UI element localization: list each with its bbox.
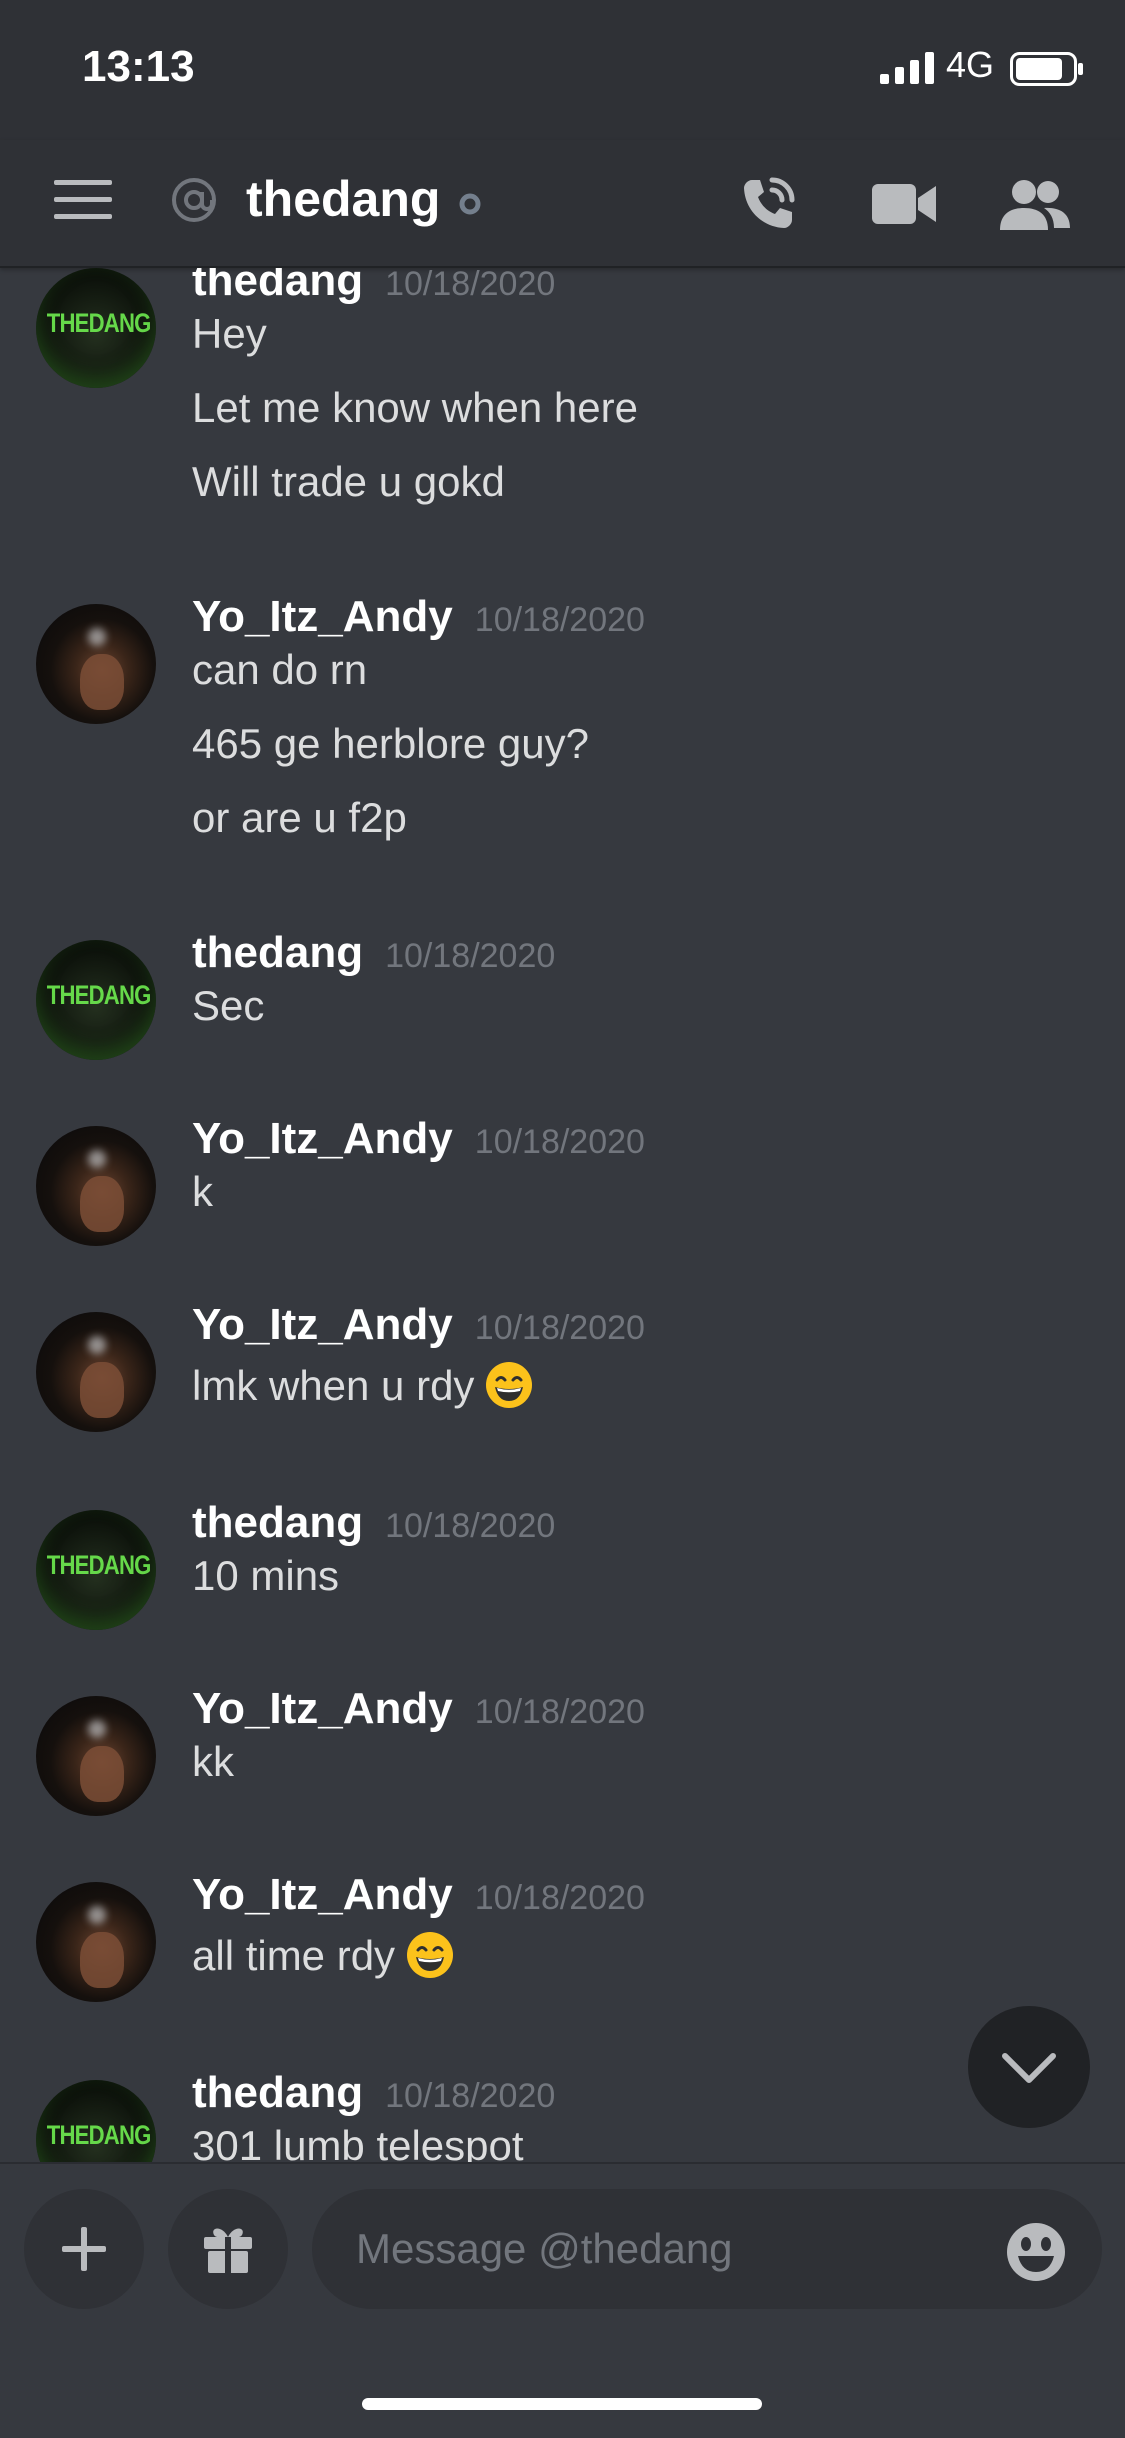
message-list[interactable]: THEDANG thedang 10/18/2020 Hey Let me kno… — [0, 268, 1125, 2162]
message-text: kk — [192, 1738, 234, 1785]
grinning-face-emoji — [407, 1931, 454, 1978]
message-author[interactable]: Yo_Itz_Andy 10/18/2020 — [192, 1300, 645, 1350]
message-author[interactable]: Yo_Itz_Andy 10/18/2020 — [192, 1114, 645, 1164]
message-author[interactable]: Yo_Itz_Andy 10/18/2020 — [192, 1870, 645, 1920]
message-text-content: lmk when u rdy — [192, 1362, 475, 1409]
home-indicator[interactable] — [362, 2398, 762, 2410]
status-time: 13:13 — [82, 42, 195, 91]
message-text: Hey — [192, 310, 267, 357]
avatar[interactable] — [36, 1312, 156, 1432]
add-attachment-button[interactable] — [24, 2189, 144, 2309]
avatar[interactable]: THEDANG — [36, 268, 156, 388]
members-icon[interactable] — [998, 178, 1070, 232]
grinning-face-emoji — [486, 1361, 533, 1408]
message-timestamp: 10/18/2020 — [474, 1309, 645, 1347]
avatar[interactable]: THEDANG — [36, 1510, 156, 1630]
author-name[interactable]: thedang — [192, 268, 363, 305]
author-name[interactable]: thedang — [192, 1498, 363, 1547]
avatar-text: THEDANG — [46, 308, 152, 338]
avatar[interactable] — [36, 1882, 156, 2002]
message-text: lmk when u rdy — [192, 1361, 534, 1414]
message-timestamp: 10/18/2020 — [385, 937, 556, 975]
message-author[interactable]: thedang 10/18/2020 — [192, 1498, 555, 1548]
message-timestamp: 10/18/2020 — [385, 1507, 556, 1545]
message-text: Let me know when here — [192, 384, 638, 431]
message-author[interactable]: thedang 10/18/2020 — [192, 268, 555, 306]
message-timestamp: 10/18/2020 — [474, 601, 645, 639]
avatar[interactable] — [36, 1126, 156, 1246]
author-name[interactable]: Yo_Itz_Andy — [192, 1870, 453, 1919]
message-timestamp: 10/18/2020 — [474, 1123, 645, 1161]
hamburger-menu-icon[interactable] — [54, 178, 112, 222]
message-author[interactable]: thedang 10/18/2020 — [192, 2068, 555, 2118]
video-camera-icon[interactable] — [872, 180, 936, 228]
message-timestamp: 10/18/2020 — [474, 1693, 645, 1731]
message-author[interactable]: Yo_Itz_Andy 10/18/2020 — [192, 592, 645, 642]
cellular-signal-icon — [880, 52, 934, 84]
message-text: Will trade u gokd — [192, 458, 505, 505]
avatar-text: THEDANG — [46, 1550, 152, 1580]
status-bar: 13:13 4G — [0, 0, 1125, 140]
gift-icon — [204, 2228, 252, 2273]
message-text: all time rdy — [192, 1931, 455, 1984]
chevron-down-icon — [1002, 2053, 1056, 2083]
network-type: 4G — [946, 44, 995, 85]
battery-icon — [1010, 52, 1083, 86]
status-dot-icon — [459, 193, 481, 215]
message-timestamp: 10/18/2020 — [385, 268, 556, 303]
avatar[interactable]: THEDANG — [36, 940, 156, 1060]
message-timestamp: 10/18/2020 — [474, 1879, 645, 1917]
message-author[interactable]: Yo_Itz_Andy 10/18/2020 — [192, 1684, 645, 1734]
message-text: or are u f2p — [192, 794, 407, 841]
message-text: can do rn — [192, 646, 368, 693]
author-name[interactable]: Yo_Itz_Andy — [192, 1300, 453, 1349]
message-text: 465 ge herblore guy? — [192, 720, 589, 767]
channel-title: thedang — [246, 171, 441, 227]
message-input[interactable] — [312, 2189, 1102, 2309]
author-name[interactable]: thedang — [192, 2068, 363, 2117]
avatar-text: THEDANG — [46, 980, 152, 1010]
avatar[interactable] — [36, 604, 156, 724]
message-author[interactable]: thedang 10/18/2020 — [192, 928, 555, 978]
message-text: 301 lumb telespot — [192, 2122, 524, 2162]
message-text: k — [192, 1168, 213, 1215]
avatar-text: THEDANG — [46, 2120, 152, 2150]
avatar[interactable]: THEDANG — [36, 2080, 156, 2162]
channel-header: thedang — [0, 140, 1125, 268]
message-composer — [0, 2162, 1125, 2438]
message-text-content: all time rdy — [192, 1932, 396, 1979]
emoji-icon[interactable] — [1004, 2220, 1068, 2284]
author-name[interactable]: thedang — [192, 928, 363, 977]
author-name[interactable]: Yo_Itz_Andy — [192, 592, 453, 641]
avatar[interactable] — [36, 1696, 156, 1816]
message-text: Sec — [192, 982, 265, 1029]
message-text: 10 mins — [192, 1552, 340, 1599]
scroll-to-bottom-button[interactable] — [968, 2006, 1090, 2128]
plus-icon — [62, 2227, 106, 2271]
author-name[interactable]: Yo_Itz_Andy — [192, 1114, 453, 1163]
voice-call-icon[interactable] — [738, 174, 798, 234]
message-timestamp: 10/18/2020 — [385, 2077, 556, 2115]
at-sign-icon — [172, 178, 216, 222]
gift-button[interactable] — [168, 2189, 288, 2309]
author-name[interactable]: Yo_Itz_Andy — [192, 1684, 453, 1733]
